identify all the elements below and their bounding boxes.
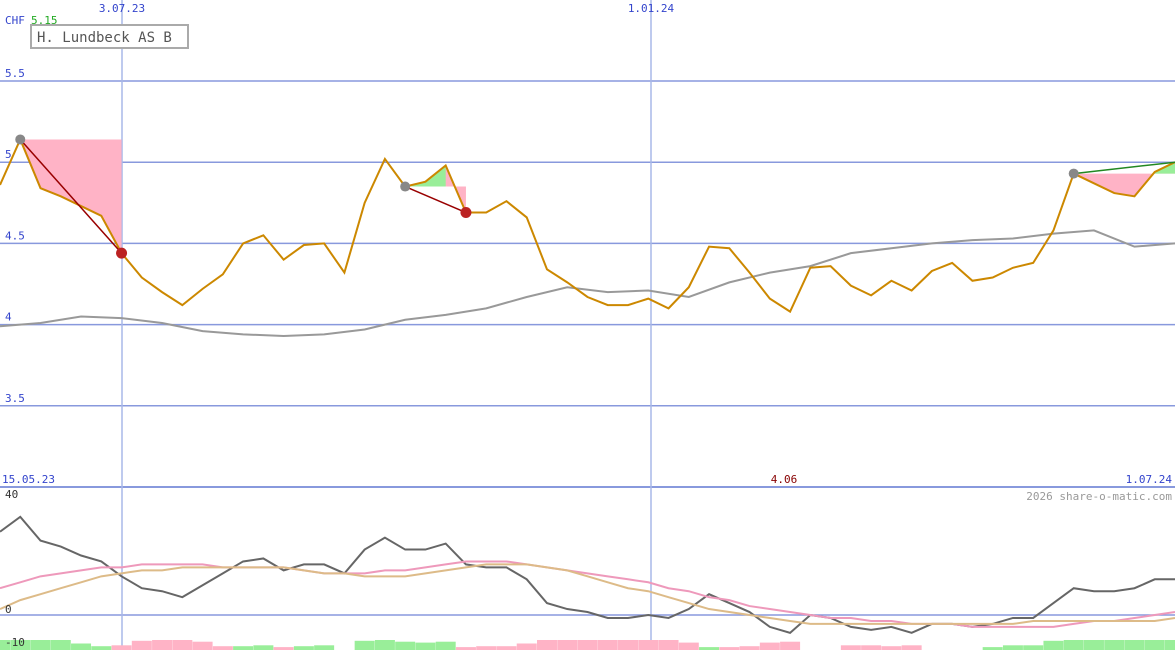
histogram-bar [597, 640, 618, 650]
histogram-bar [354, 640, 375, 650]
chart-title: H. Lundbeck AS B [37, 30, 172, 46]
y-tick-label: 4 [5, 311, 12, 324]
histogram-bar [840, 645, 861, 650]
axis-labels: 5.5 5 4.5 4 3.5 40 0 -10 [5, 67, 25, 649]
histogram-bar [678, 642, 699, 650]
histogram-bar [1144, 640, 1165, 650]
indicator-line [0, 560, 1175, 628]
top-date-label: 1.01.24 [628, 2, 675, 15]
histogram-bar [1043, 640, 1064, 650]
indicator-histogram [0, 640, 1175, 650]
histogram-bar [314, 645, 335, 650]
histogram-bar [1023, 645, 1044, 650]
histogram-bar [476, 646, 497, 650]
histogram-bar [50, 640, 71, 650]
histogram-bar [192, 641, 213, 650]
histogram-bar [435, 641, 456, 650]
histogram-bar [71, 643, 92, 650]
watermark: 2026 share-o-matic.com [1026, 490, 1172, 503]
histogram-bar [415, 642, 436, 650]
histogram-bar [516, 643, 537, 650]
histogram-bar [1124, 640, 1145, 650]
histogram-bar [759, 642, 780, 650]
histogram-bar [1104, 640, 1125, 650]
histogram-bar [496, 646, 517, 650]
top-date-label: 3.07.23 [99, 2, 145, 15]
histogram-bar [1083, 640, 1104, 650]
series-lines [0, 136, 1175, 634]
histogram-bar [91, 646, 112, 650]
histogram-bar [212, 646, 233, 650]
histogram-bar [638, 640, 659, 650]
trade-lines [15, 134, 1175, 259]
histogram-bar [1165, 640, 1175, 650]
histogram-bar [172, 640, 193, 650]
histogram-bar [374, 640, 395, 650]
histogram-bar [1063, 640, 1084, 650]
price-line [0, 136, 1175, 314]
y-tick-label: 5.5 [5, 67, 25, 80]
trade-entry-marker [15, 134, 26, 145]
histogram-bar [739, 646, 760, 650]
stock-chart: 5.5 5 4.5 4 3.5 40 0 -10 H. Lundbeck AS B CHF 5… [0, 0, 1175, 650]
bottom-date-label: 15.05.23 [2, 473, 55, 486]
currency-label: CHF [5, 14, 25, 27]
indicator-y-tick-label: 40 [5, 488, 18, 501]
indicator-y-tick-label: -10 [5, 636, 25, 649]
histogram-bar [618, 640, 639, 650]
histogram-bar [1002, 645, 1023, 650]
trade-exit-marker [116, 247, 128, 259]
histogram-bar [395, 641, 416, 650]
y-tick-label: 3.5 [5, 392, 25, 405]
histogram-bar [881, 646, 902, 650]
histogram-bar [253, 645, 274, 650]
histogram-bar [233, 646, 254, 650]
histogram-bar [577, 640, 598, 650]
bottom-date-label: 1.07.24 [1126, 473, 1173, 486]
y-tick-label: 4.5 [5, 229, 25, 242]
trade-entry-marker [400, 181, 411, 192]
histogram-bar [131, 640, 152, 650]
trade-exit-marker [460, 207, 472, 219]
histogram-bar [111, 645, 132, 650]
y-tick-label: 5 [5, 148, 12, 161]
indicator-y-tick-label: 0 [5, 603, 12, 616]
histogram-bar [152, 640, 173, 650]
histogram-bar [536, 640, 557, 650]
histogram-bar [293, 646, 314, 650]
histogram-bar [658, 640, 679, 650]
trade-entry-marker [1068, 168, 1079, 179]
last-value-label: 5.15 [31, 14, 58, 27]
current-value-label: 4.06 [771, 473, 798, 486]
moving-average-line [0, 229, 1175, 337]
histogram-bar [557, 640, 578, 650]
trade-gain-shading [405, 165, 446, 187]
histogram-bar [780, 641, 801, 650]
trade-shading [20, 139, 1175, 254]
histogram-bar [30, 640, 51, 650]
histogram-bar [861, 645, 882, 650]
histogram-bar [901, 645, 922, 650]
chart-title-box: H. Lundbeck AS B [30, 24, 189, 49]
